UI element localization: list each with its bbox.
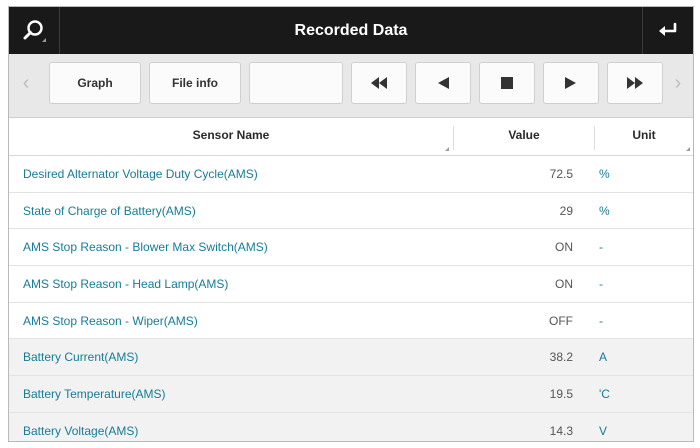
rewind-button[interactable] xyxy=(351,62,407,104)
sensor-name: Battery Current(AMS) xyxy=(23,350,139,365)
sensor-name: Battery Temperature(AMS) xyxy=(23,387,166,402)
sensor-value: ON xyxy=(555,277,573,292)
table-row[interactable]: Battery Voltage(AMS) 14.3 V xyxy=(9,412,693,441)
rewind-icon xyxy=(371,77,387,89)
playback-toolbar: ‹ Graph File info › xyxy=(9,54,693,118)
table-row[interactable]: Battery Temperature(AMS) 19.5 'C xyxy=(9,376,693,413)
sensor-value: 14.3 xyxy=(549,423,573,438)
search-button[interactable] xyxy=(9,7,60,54)
scroll-right-arrow[interactable]: › xyxy=(667,62,689,104)
sensor-name: Battery Voltage(AMS) xyxy=(23,423,139,438)
table-row[interactable]: AMS Stop Reason - Blower Max Switch(AMS)… xyxy=(9,229,693,267)
sensor-value: 72.5 xyxy=(549,167,573,181)
sensor-unit: - xyxy=(599,240,603,255)
sensor-table-body: Desired Alternator Voltage Duty Cycle(AM… xyxy=(9,156,693,441)
table-row[interactable]: State of Charge of Battery(AMS) 29 % xyxy=(9,193,693,230)
resize-handle-icon[interactable] xyxy=(686,147,690,151)
play-button[interactable] xyxy=(543,62,599,104)
column-header-value[interactable]: Value xyxy=(454,118,594,155)
resize-handle-icon[interactable] xyxy=(445,147,449,151)
search-icon xyxy=(23,19,46,42)
column-header-unit[interactable]: Unit xyxy=(595,118,693,155)
sensor-name: AMS Stop Reason - Wiper(AMS) xyxy=(23,313,198,328)
table-row[interactable]: Desired Alternator Voltage Duty Cycle(AM… xyxy=(9,156,693,193)
recorded-data-window: Recorded Data ‹ Graph File info › Sensor… xyxy=(8,6,694,442)
sensor-name: AMS Stop Reason - Blower Max Switch(AMS) xyxy=(23,240,268,255)
title-bar: Recorded Data xyxy=(9,7,693,54)
sensor-name: AMS Stop Reason - Head Lamp(AMS) xyxy=(23,277,229,292)
sensor-value: 19.5 xyxy=(549,387,573,402)
file-info-button[interactable]: File info xyxy=(149,62,241,104)
column-header-sensor-name[interactable]: Sensor Name xyxy=(9,118,453,155)
step-back-icon xyxy=(438,77,449,89)
sensor-name: Desired Alternator Voltage Duty Cycle(AM… xyxy=(23,167,258,181)
sensor-value: ON xyxy=(555,240,573,255)
page-title: Recorded Data xyxy=(294,22,408,39)
stop-icon xyxy=(501,77,513,89)
play-icon xyxy=(565,77,576,89)
sensor-unit: - xyxy=(599,277,603,292)
sensor-unit: A xyxy=(599,350,608,365)
sensor-name: State of Charge of Battery(AMS) xyxy=(23,203,196,218)
sensor-value: 29 xyxy=(559,203,573,218)
return-button[interactable] xyxy=(642,7,693,54)
sensor-unit: 'C xyxy=(599,387,610,402)
fast-forward-icon xyxy=(627,77,643,89)
fast-forward-button[interactable] xyxy=(607,62,663,104)
sensor-unit: V xyxy=(599,423,608,438)
table-row[interactable]: AMS Stop Reason - Head Lamp(AMS) ON - xyxy=(9,266,693,303)
table-header: Sensor Name Value Unit xyxy=(9,118,693,156)
blank-button[interactable] xyxy=(249,62,343,104)
scroll-left-arrow[interactable]: ‹ xyxy=(15,62,37,104)
graph-button[interactable]: Graph xyxy=(49,62,141,104)
return-icon xyxy=(659,22,677,36)
sensor-value: 38.2 xyxy=(549,350,573,365)
sensor-unit: % xyxy=(599,203,610,218)
sensor-unit: - xyxy=(599,313,603,328)
sensor-value: OFF xyxy=(549,313,573,328)
table-row[interactable]: Battery Current(AMS) 38.2 A xyxy=(9,339,693,377)
sensor-unit: % xyxy=(599,167,610,181)
stop-button[interactable] xyxy=(479,62,535,104)
table-row[interactable]: AMS Stop Reason - Wiper(AMS) OFF - xyxy=(9,303,693,340)
step-back-button[interactable] xyxy=(415,62,471,104)
